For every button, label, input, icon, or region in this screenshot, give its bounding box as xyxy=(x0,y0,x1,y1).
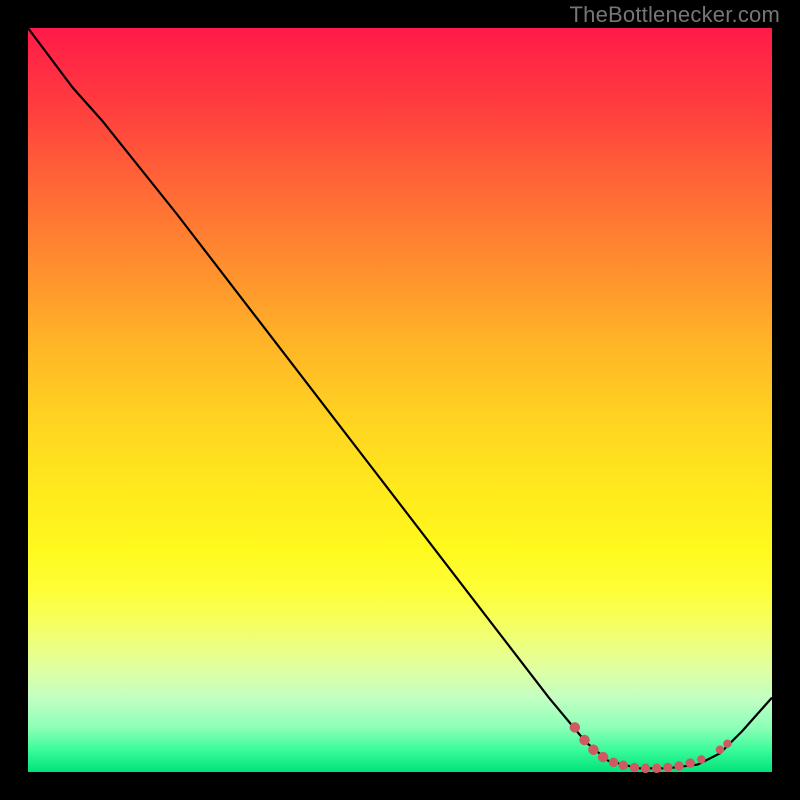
chart-frame: TheBottlenecker.com xyxy=(0,0,800,800)
curve-marker xyxy=(663,763,672,772)
curve-marker xyxy=(619,761,628,770)
curve-marker xyxy=(675,762,684,771)
curve-marker xyxy=(630,763,639,772)
curve-marker xyxy=(686,759,695,768)
curve-markers xyxy=(570,722,732,772)
curve-marker xyxy=(723,740,731,748)
curve-marker xyxy=(716,746,724,754)
curve-marker xyxy=(588,745,598,755)
curve-marker xyxy=(570,722,580,732)
bottleneck-curve xyxy=(28,28,772,768)
watermark-text: TheBottlenecker.com xyxy=(570,2,780,28)
plot-area xyxy=(28,28,772,772)
curve-marker xyxy=(652,764,661,773)
curve-marker xyxy=(697,755,705,763)
curve-marker xyxy=(598,752,608,762)
curve-marker xyxy=(580,735,590,745)
curve-marker xyxy=(609,758,618,767)
curve-marker xyxy=(641,764,650,773)
plot-svg xyxy=(28,28,772,772)
